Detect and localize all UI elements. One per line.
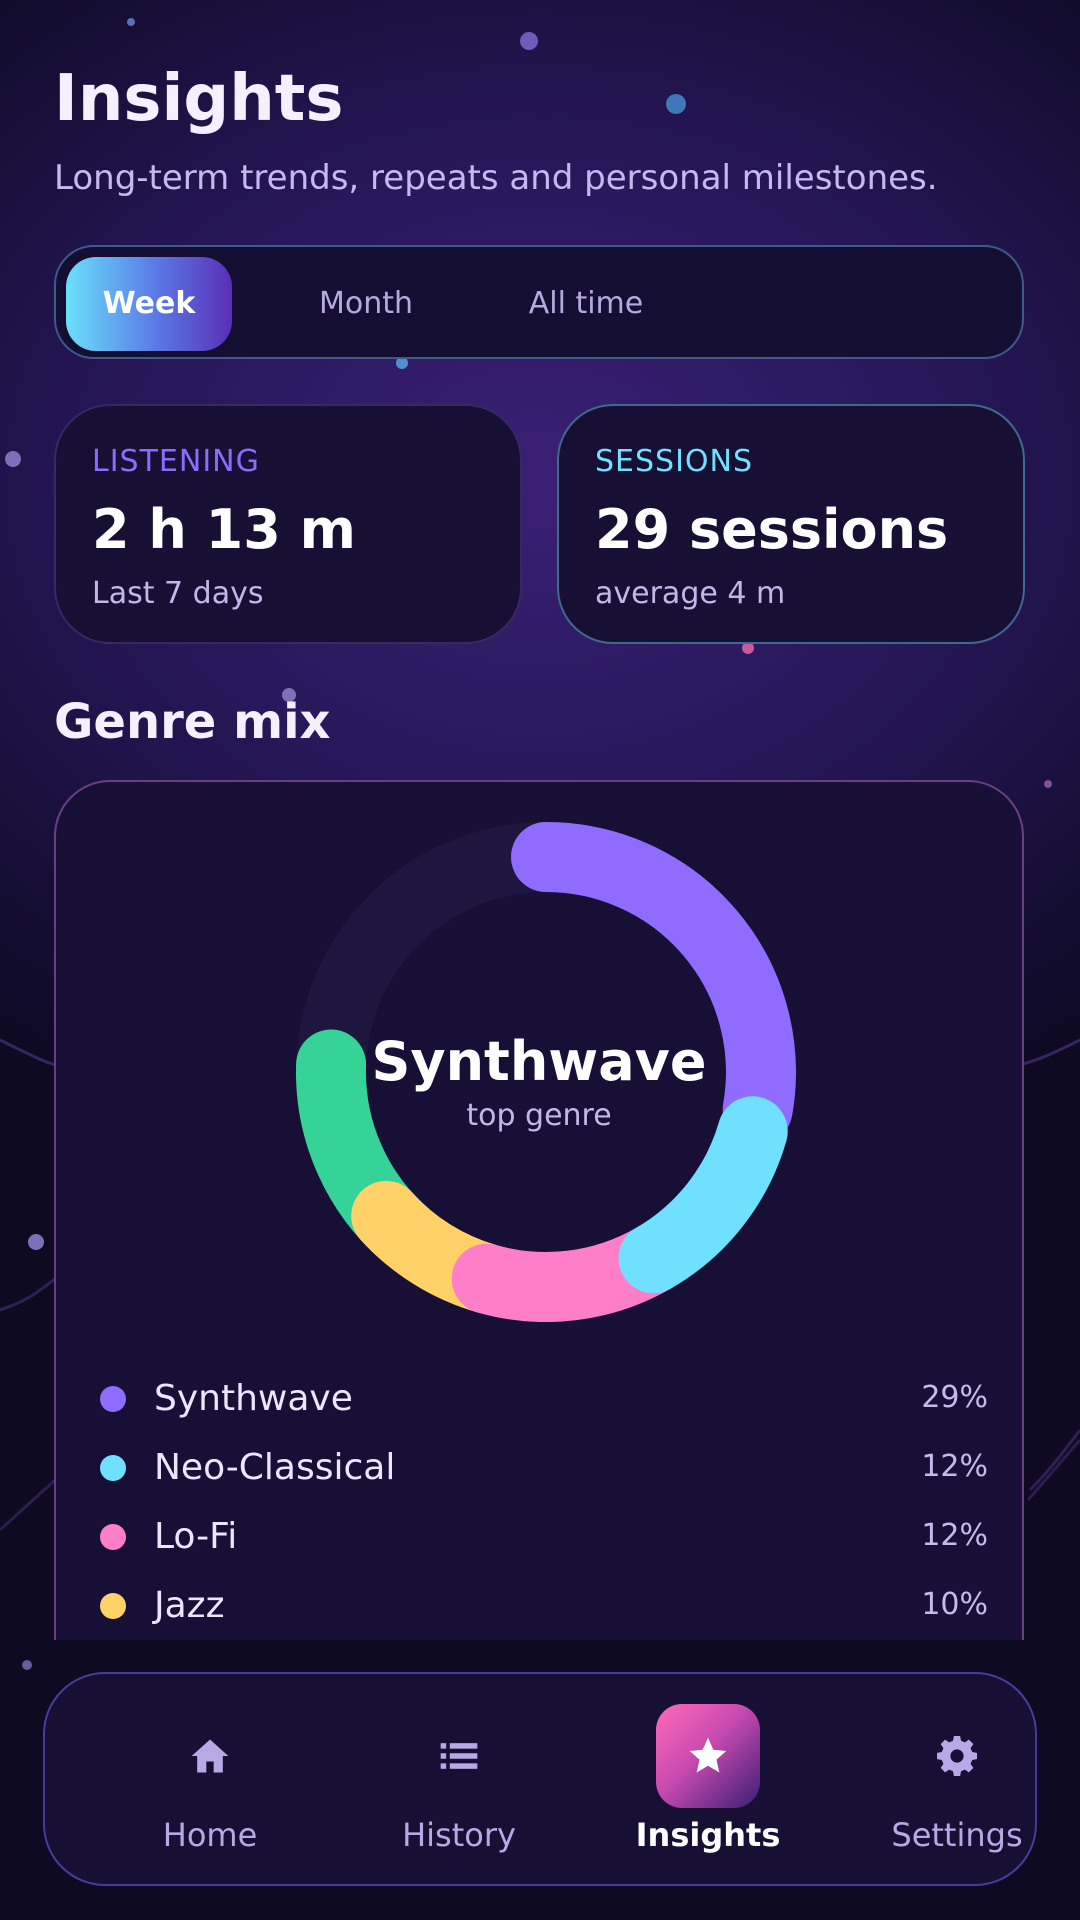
legend-percent: 29% bbox=[921, 1380, 988, 1415]
nav-label: Home bbox=[162, 1816, 258, 1854]
decor-dot bbox=[666, 94, 686, 114]
nav-insights[interactable]: Insights bbox=[608, 1704, 808, 1864]
decor-dot bbox=[520, 32, 538, 50]
legend-name: Synthwave bbox=[154, 1378, 353, 1419]
legend-percent: 12% bbox=[921, 1449, 988, 1484]
genre-mix-title: Genre mix bbox=[54, 694, 331, 750]
sessions-note: average 4 m bbox=[595, 576, 786, 611]
list-icon bbox=[407, 1704, 511, 1808]
nav-label: History bbox=[402, 1816, 516, 1854]
bottom-navigation: Home History Insights Settings bbox=[43, 1672, 1037, 1886]
legend-item-synthwave: Synthwave 29% bbox=[100, 1374, 988, 1424]
legend-name: Neo-Classical bbox=[154, 1447, 396, 1488]
sessions-card[interactable]: SESSIONS 29 sessions average 4 m bbox=[557, 404, 1025, 644]
nav-label: Insights bbox=[635, 1816, 781, 1854]
donut-segment-neo-classical bbox=[618, 1096, 788, 1294]
page-title: Insights bbox=[54, 62, 344, 136]
listening-card[interactable]: LISTENING 2 h 13 m Last 7 days bbox=[54, 404, 522, 644]
decor-dot bbox=[5, 451, 21, 467]
legend-item-neo-classical: Neo-Classical 12% bbox=[100, 1443, 988, 1493]
period-selector: Week Month All time bbox=[54, 245, 1024, 359]
top-genre-name: Synthwave bbox=[371, 1030, 707, 1093]
nav-history[interactable]: History bbox=[359, 1704, 559, 1864]
legend-name: Lo-Fi bbox=[154, 1516, 238, 1557]
tab-month[interactable]: Month bbox=[276, 257, 456, 351]
nav-settings[interactable]: Settings bbox=[857, 1704, 1057, 1864]
legend-swatch bbox=[100, 1386, 126, 1412]
legend-item-jazz: Jazz 10% bbox=[100, 1581, 988, 1631]
top-genre-caption: top genre bbox=[466, 1098, 612, 1133]
page-subtitle: Long-term trends, repeats and personal m… bbox=[54, 158, 938, 198]
legend-swatch bbox=[100, 1593, 126, 1619]
legend-item-lofi: Lo-Fi 12% bbox=[100, 1512, 988, 1562]
legend-name: Jazz bbox=[154, 1585, 225, 1626]
listening-label: LISTENING bbox=[92, 444, 260, 479]
star-icon bbox=[656, 1704, 760, 1808]
nav-home[interactable]: Home bbox=[110, 1704, 310, 1864]
legend-percent: 12% bbox=[921, 1518, 988, 1553]
legend-swatch bbox=[100, 1524, 126, 1550]
gear-icon bbox=[905, 1704, 1009, 1808]
sessions-value: 29 sessions bbox=[595, 498, 949, 561]
sessions-label: SESSIONS bbox=[595, 444, 754, 479]
decor-dot bbox=[22, 1660, 32, 1670]
tab-week[interactable]: Week bbox=[66, 257, 232, 351]
decor-dot bbox=[1044, 780, 1052, 788]
nav-label: Settings bbox=[891, 1816, 1023, 1854]
decor-dot bbox=[127, 18, 135, 26]
listening-value: 2 h 13 m bbox=[92, 498, 356, 561]
legend-percent: 10% bbox=[921, 1587, 988, 1622]
decor-dot bbox=[28, 1234, 44, 1250]
listening-note: Last 7 days bbox=[92, 576, 264, 611]
genre-mix-card: Synthwave top genre Synthwave 29% Neo-Cl… bbox=[54, 780, 1024, 1640]
insights-screen: Insights Long-term trends, repeats and p… bbox=[0, 0, 1080, 1920]
home-icon bbox=[158, 1704, 262, 1808]
legend-swatch bbox=[100, 1455, 126, 1481]
tab-all-time[interactable]: All time bbox=[461, 257, 711, 351]
